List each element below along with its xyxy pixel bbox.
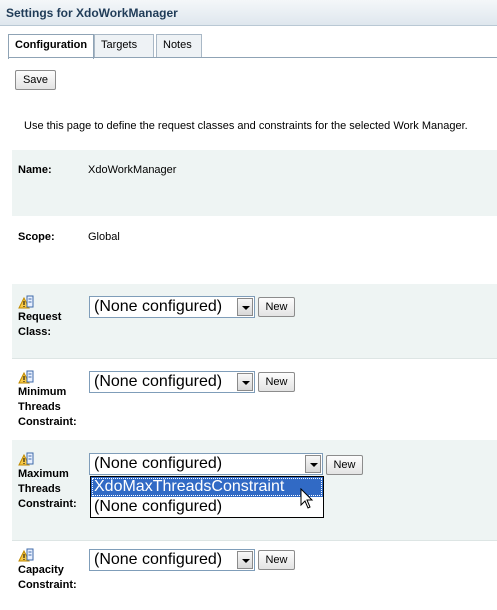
max-threads-selected-value: (None configured) xyxy=(94,455,223,472)
chevron-down-icon[interactable] xyxy=(305,455,321,473)
min-threads-label: Minimum Threads Constraint: xyxy=(18,385,77,430)
max-threads-label-line3: Constraint: xyxy=(18,498,77,510)
warning-info-icon[interactable] xyxy=(18,295,34,309)
save-button[interactable]: Save xyxy=(15,70,56,90)
request-class-label-line1: Request xyxy=(18,311,62,323)
chevron-down-icon[interactable] xyxy=(237,551,253,569)
page-title: Settings for XdoWorkManager xyxy=(6,6,178,20)
capacity-label-line1: Capacity xyxy=(18,564,64,576)
name-row xyxy=(12,150,497,216)
max-threads-dropdown-list: XdoMaxThreadsConstraint (None configured… xyxy=(90,476,324,518)
dropdown-option-xdomaxthreadsconstraint[interactable]: XdoMaxThreadsConstraint xyxy=(91,477,323,497)
tab-configuration[interactable]: Configuration xyxy=(8,34,94,59)
min-threads-label-line1: Minimum xyxy=(18,386,67,398)
new-capacity-button[interactable]: New xyxy=(258,550,295,570)
request-class-label-line2: Class: xyxy=(18,326,52,338)
request-class-select[interactable]: (None configured) xyxy=(89,296,255,318)
name-label: Name: xyxy=(18,164,52,176)
request-class-label: Request Class: xyxy=(18,310,61,340)
chevron-down-icon[interactable] xyxy=(237,373,253,391)
settings-title-bar: Settings for XdoWorkManager xyxy=(0,0,497,26)
max-threads-label: Maximum Threads Constraint: xyxy=(18,467,77,512)
min-threads-selected-value: (None configured) xyxy=(94,373,223,390)
max-threads-label-line2: Threads xyxy=(18,483,61,495)
capacity-label: Capacity Constraint: xyxy=(18,563,77,593)
row-divider xyxy=(12,540,497,541)
capacity-select[interactable]: (None configured) xyxy=(89,549,255,571)
mouse-cursor-icon xyxy=(300,488,314,509)
max-threads-select[interactable]: (None configured) xyxy=(89,453,323,475)
dropdown-option-none-configured[interactable]: (None configured) xyxy=(91,497,323,517)
max-threads-label-line1: Maximum xyxy=(18,468,69,480)
min-threads-label-line2: Threads xyxy=(18,401,61,413)
chevron-down-icon[interactable] xyxy=(237,298,253,316)
name-value: XdoWorkManager xyxy=(88,164,177,176)
intro-text: Use this page to define the request clas… xyxy=(24,120,468,132)
scope-value: Global xyxy=(88,231,120,243)
capacity-label-line2: Constraint: xyxy=(18,579,77,591)
new-max-threads-button[interactable]: New xyxy=(326,455,363,475)
capacity-selected-value: (None configured) xyxy=(94,551,223,568)
min-threads-label-line3: Constraint: xyxy=(18,416,77,428)
new-min-threads-button[interactable]: New xyxy=(258,372,295,392)
new-request-class-button[interactable]: New xyxy=(258,297,295,317)
warning-info-icon[interactable] xyxy=(18,548,34,562)
tab-notes[interactable]: Notes xyxy=(156,34,202,57)
row-divider xyxy=(12,358,497,359)
scope-label: Scope: xyxy=(18,231,55,243)
request-class-selected-value: (None configured) xyxy=(94,298,223,315)
warning-info-icon[interactable] xyxy=(18,452,34,466)
warning-info-icon[interactable] xyxy=(18,370,34,384)
tab-targets[interactable]: Targets xyxy=(94,34,154,57)
min-threads-select[interactable]: (None configured) xyxy=(89,371,255,393)
tab-divider xyxy=(8,57,497,58)
